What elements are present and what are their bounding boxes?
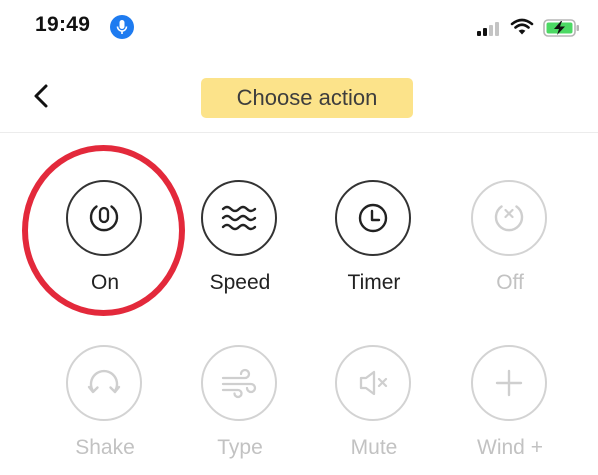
action-wind-plus-button[interactable]: Wind + [460,345,560,475]
action-timer-circle [335,180,411,256]
action-speed-button[interactable]: Speed [190,180,290,310]
action-label: Timer [347,271,401,294]
action-label: Off [496,271,524,294]
action-label: Shake [75,436,135,459]
wind-waves-icon [221,205,257,231]
action-off-circle [471,180,547,256]
mute-icon [359,370,388,396]
oscillate-icon [87,369,121,394]
action-wind-plus-circle [471,345,547,421]
action-off-button[interactable]: Off [460,180,560,310]
action-label: On [90,271,119,294]
power-icon [89,205,119,232]
action-mute-circle [335,345,411,421]
action-label: Mute [350,436,398,459]
wind-type-icon [221,368,257,399]
clock-icon [358,203,388,233]
action-type-button[interactable]: Type [190,345,290,475]
action-grid: On Speed Timer Off Shake Type Mute Wind … [0,0,598,468]
action-shake-button[interactable]: Shake [55,345,155,475]
action-label: Wind + [477,436,543,459]
action-timer-button[interactable]: Timer [324,180,424,310]
action-shake-circle [66,345,142,421]
action-on-circle [66,180,142,256]
plus-icon [495,369,523,397]
action-mute-button[interactable]: Mute [324,345,424,475]
power-off-icon [494,205,524,232]
action-type-circle [201,345,277,421]
action-label: Speed [209,271,271,294]
action-speed-circle [201,180,277,256]
action-label: Type [217,436,263,459]
action-on-button[interactable]: On [55,180,155,310]
